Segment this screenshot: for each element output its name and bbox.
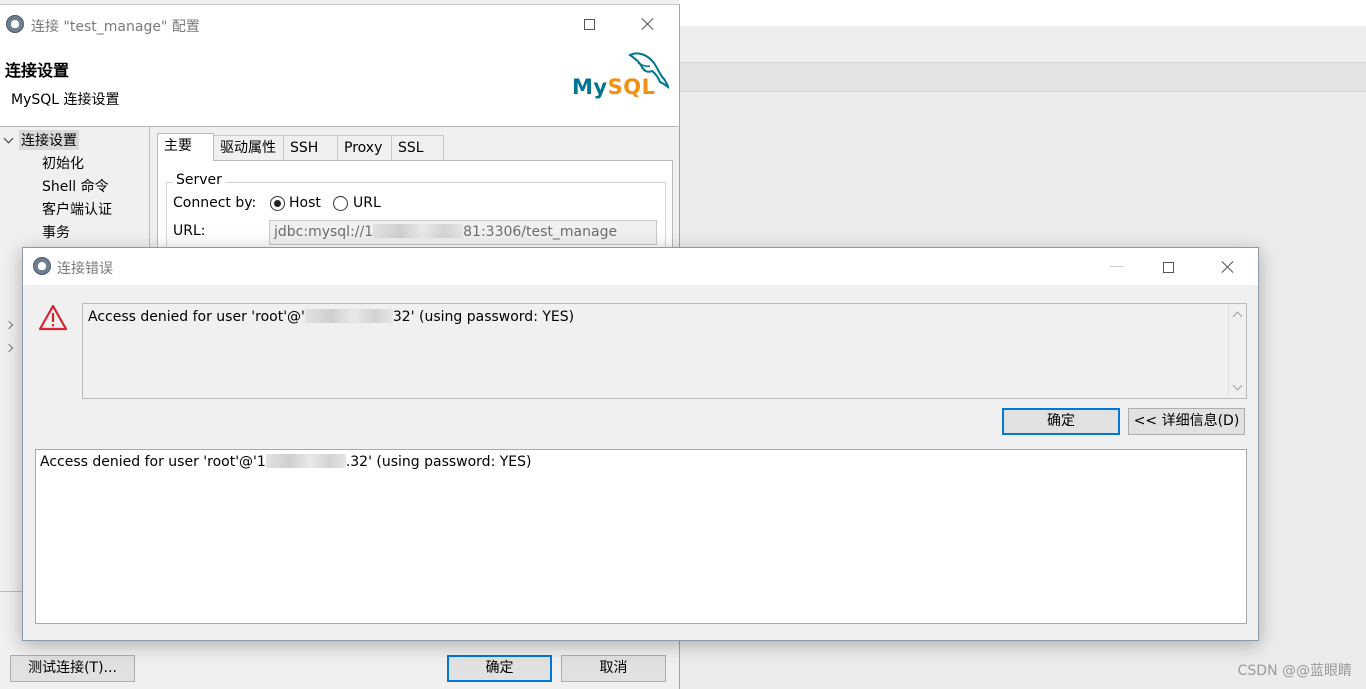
maximize-button[interactable] (578, 13, 602, 35)
connection-error-dialog: 连接错误 Access denied for user 'root'@' 32' … (22, 247, 1259, 641)
redacted-ip (304, 309, 393, 323)
tab-main[interactable]: 主要 (157, 133, 214, 161)
scroll-up-icon[interactable] (1232, 311, 1243, 322)
tree-divider (149, 127, 150, 247)
error-ok-button[interactable]: 确定 (1002, 408, 1120, 435)
mysql-logo-text: MySQL (572, 75, 656, 99)
cancel-button[interactable]: 取消 (561, 655, 666, 682)
error-titlebar: 连接错误 (23, 248, 1258, 285)
close-icon (1221, 260, 1235, 274)
tab-driver-properties[interactable]: 驱动属性 (213, 135, 284, 160)
close-button[interactable] (636, 13, 660, 35)
host-radio-label[interactable]: Host (289, 195, 321, 211)
chevron-right-icon[interactable] (4, 343, 14, 353)
config-subheading: MySQL 连接设置 (11, 92, 120, 108)
message-scrollbar[interactable] (1228, 304, 1246, 398)
tree-item-client-auth[interactable]: 客户端认证 (42, 199, 112, 219)
url-label: URL: (173, 223, 206, 239)
background-app-titlebar (679, 0, 1366, 26)
config-titlebar: 连接 "test_manage" 配置 (0, 5, 679, 45)
chevron-right-icon[interactable] (4, 320, 14, 330)
config-heading: 连接设置 (5, 61, 70, 80)
redacted-ip (373, 224, 464, 238)
url-field[interactable]: jdbc:mysql://1 81:3306/test_manage (269, 220, 657, 245)
redacted-ip (265, 454, 346, 468)
server-group-title: Server (173, 172, 225, 188)
chevron-down-icon[interactable] (3, 133, 14, 144)
error-message-box[interactable]: Access denied for user 'root'@' 32' (usin… (82, 303, 1247, 399)
error-message: Access denied for user 'root'@' 32' (usin… (88, 309, 575, 325)
background-app-toolbar (679, 26, 1366, 62)
config-header: 连接设置 MySQL 连接设置 MySQL (0, 45, 679, 127)
maximize-icon (1163, 262, 1174, 273)
test-connection-button[interactable]: 测试连接(T)... (10, 655, 135, 682)
url-radio[interactable] (333, 196, 348, 211)
tree-item-transactions[interactable]: 事务 (42, 222, 70, 242)
error-details-box[interactable]: Access denied for user 'root'@'1.32' (us… (35, 449, 1247, 624)
app-icon (33, 257, 51, 275)
minimize-icon (1110, 266, 1124, 267)
details-toggle-button[interactable]: << 详细信息(D) (1128, 408, 1245, 435)
tree-item-connection-settings[interactable]: 连接设置 (19, 130, 79, 150)
divider (0, 591, 24, 592)
tab-proxy[interactable]: Proxy (337, 135, 392, 160)
minimize-button[interactable] (1105, 256, 1129, 278)
ok-button[interactable]: 确定 (447, 655, 552, 682)
error-details: Access denied for user 'root'@'1.32' (us… (40, 454, 532, 470)
error-window-title: 连接错误 (57, 261, 113, 277)
tree-item-init[interactable]: 初始化 (42, 153, 84, 173)
close-icon (641, 17, 655, 31)
connect-by-label: Connect by: (173, 195, 257, 211)
settings-tree: 连接设置 初始化 Shell 命令 客户端认证 事务 (0, 127, 150, 245)
config-window-title: 连接 "test_manage" 配置 (31, 19, 200, 35)
host-radio[interactable] (270, 196, 285, 211)
background-app-tabbar (679, 62, 1366, 92)
tree-item-shell-commands[interactable]: Shell 命令 (42, 176, 109, 196)
scroll-down-icon[interactable] (1232, 380, 1243, 391)
url-radio-label[interactable]: URL (353, 195, 381, 211)
watermark: CSDN @@蓝眼睛 (1237, 663, 1352, 679)
maximize-button[interactable] (1157, 256, 1181, 278)
warning-icon (38, 304, 68, 331)
tab-ssh[interactable]: SSH (283, 135, 338, 160)
app-icon (6, 15, 24, 33)
maximize-icon (584, 19, 595, 30)
close-button[interactable] (1216, 256, 1240, 278)
mysql-logo: MySQL (568, 49, 672, 105)
tab-ssl[interactable]: SSL (391, 135, 444, 160)
